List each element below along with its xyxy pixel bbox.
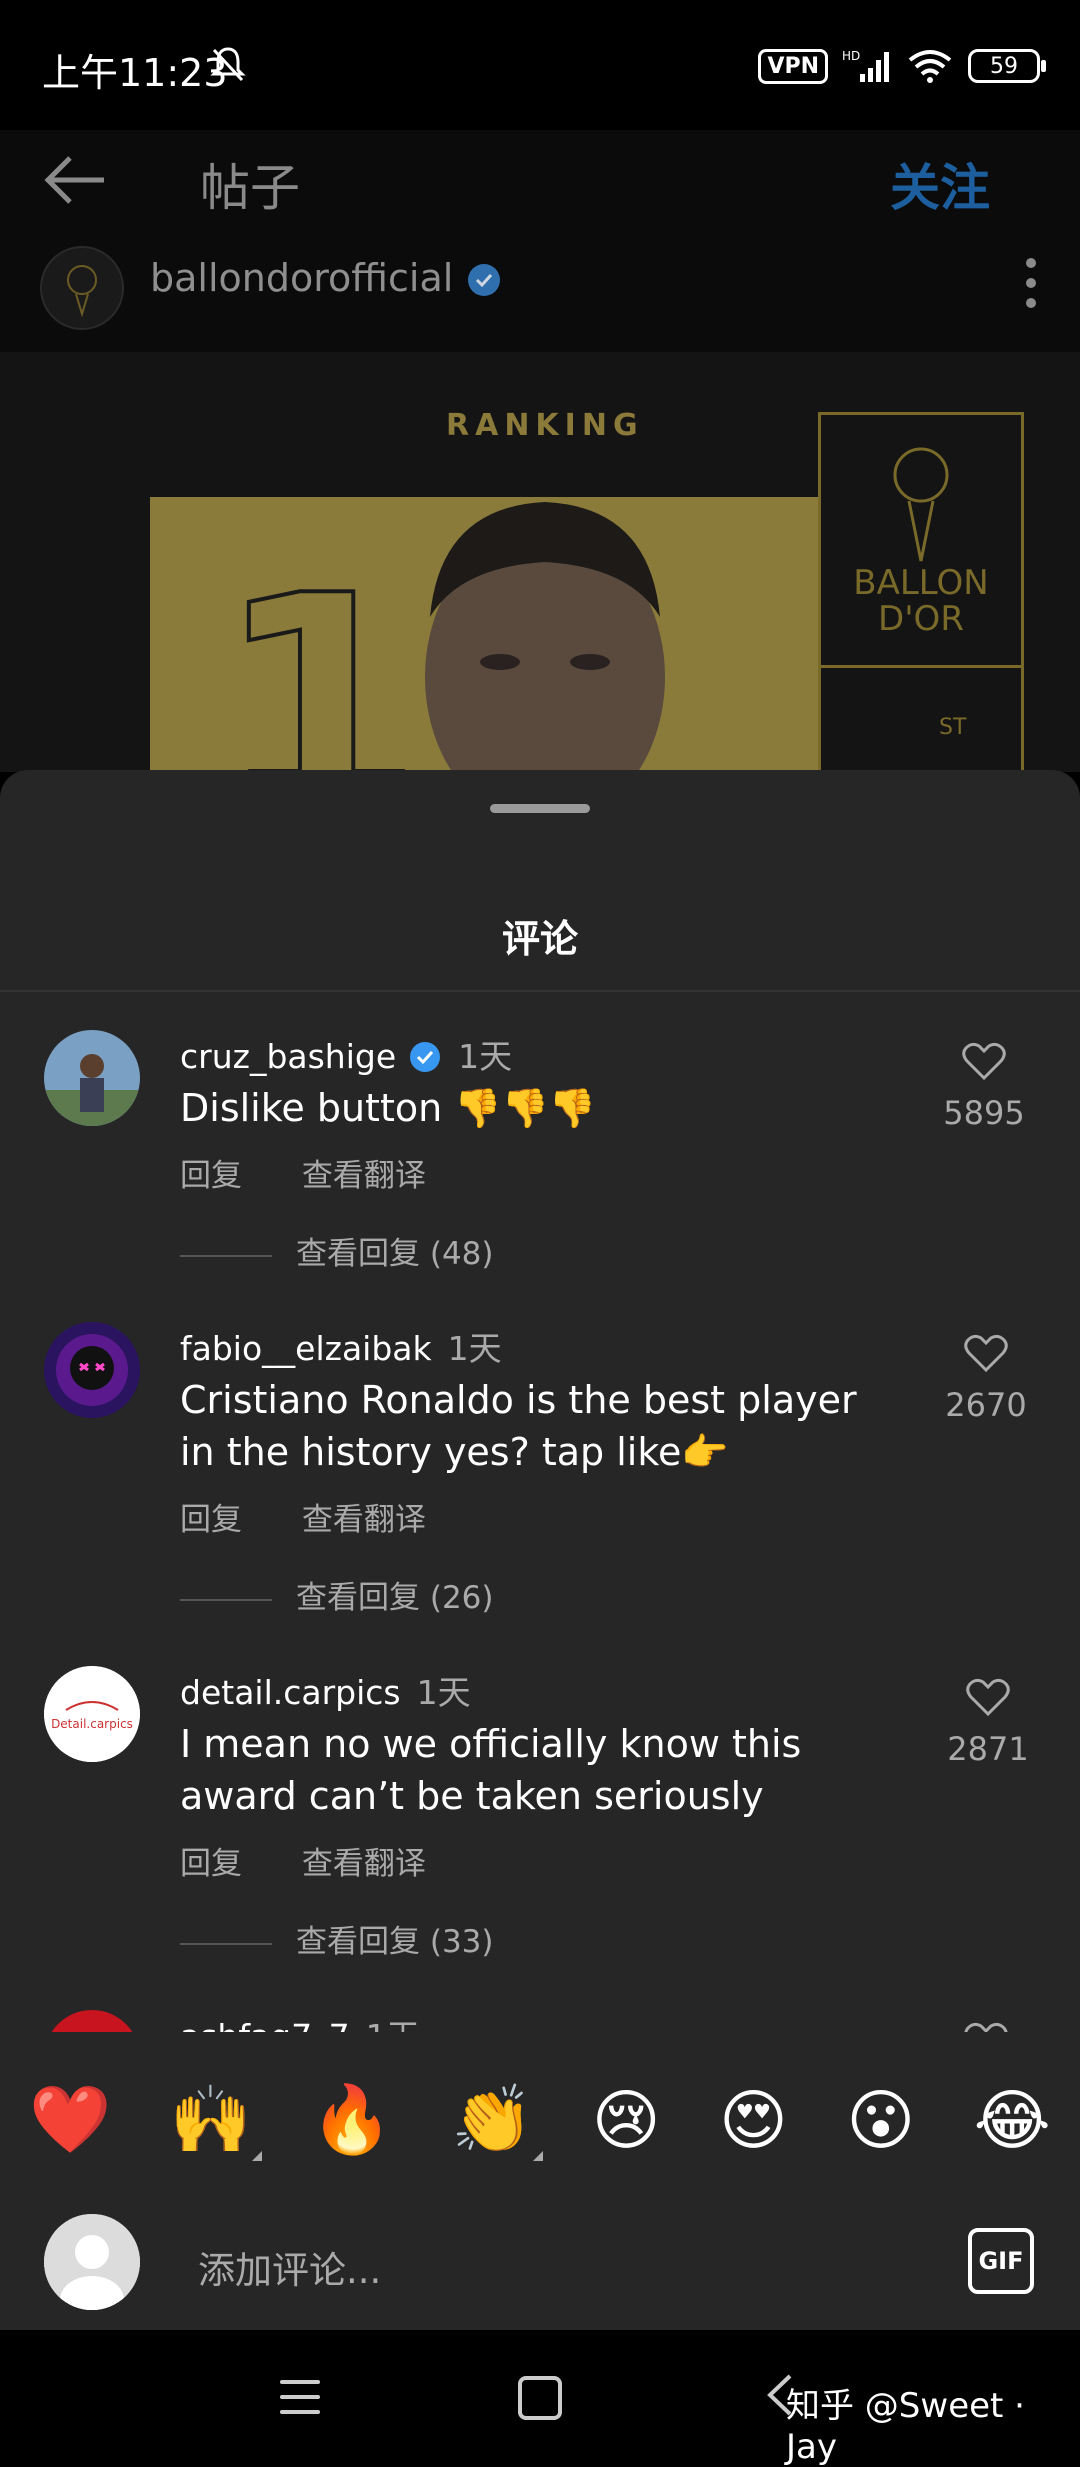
like-count: 2670 <box>945 1386 1027 1424</box>
account-avatar[interactable] <box>40 246 124 330</box>
emoji-surprised-button[interactable]: 😮 <box>846 2082 915 2159</box>
emoji-cry-button[interactable]: 😢 <box>592 2082 661 2159</box>
comment-text: I mean no we officially know this award … <box>180 1722 802 1818</box>
comment-text: Cristiano Ronaldo is the best player in … <box>180 1378 857 1474</box>
emoji-heart-button[interactable]: ❤️ <box>29 2081 111 2159</box>
sheet-drag-handle[interactable] <box>490 804 590 813</box>
player-photo <box>425 502 665 772</box>
status-time: 上午11:23 <box>42 51 228 95</box>
view-replies-button[interactable]: 查看回复 (33) <box>180 1916 494 1961</box>
system-nav-bar: 知乎 @Sweet · Jay <box>0 2330 1080 2467</box>
reply-button[interactable]: 回复 <box>180 1158 242 1194</box>
like-button[interactable] <box>916 2020 1056 2032</box>
verified-badge-icon <box>468 264 500 296</box>
translate-button[interactable]: 查看翻译 <box>302 1502 426 1538</box>
translate-button[interactable]: 查看翻译 <box>302 1158 426 1194</box>
comment-actions: 回复 查看翻译 <box>180 1150 476 1195</box>
comment-username[interactable]: detail.carpics 1天 <box>180 1666 471 1714</box>
like-count: 2871 <box>947 1730 1029 1768</box>
emoji-raised-hands-button[interactable]: 🙌 <box>170 2081 263 2161</box>
post-image[interactable]: RANKING 1 BALLON D'OR ST <box>0 352 1080 772</box>
like-button[interactable]: 2670 <box>916 1332 1056 1424</box>
heart-icon <box>966 1678 1010 1717</box>
commenter-avatar[interactable] <box>44 2010 140 2032</box>
battery-indicator: 59 <box>968 49 1046 83</box>
page-title: 帖子 <box>200 159 300 217</box>
comment-username[interactable]: ashfaq7_71天 <box>180 2010 420 2032</box>
vpn-badge: VPN <box>758 48 828 84</box>
status-bar: 上午11:23 VPN HD 59 <box>0 0 1080 130</box>
gif-button[interactable]: GIF <box>968 2228 1034 2294</box>
ballon-dor-logo-icon <box>67 265 97 318</box>
commenter-avatar[interactable]: Detail.carpics <box>44 1666 140 1762</box>
heart-icon <box>964 2022 1008 2032</box>
emoji-laugh-button[interactable]: 😂 <box>974 2082 1051 2159</box>
comment-actions: 回复 查看翻译 <box>180 1838 476 1883</box>
heart-icon <box>964 1334 1008 1373</box>
wifi-icon <box>908 50 952 83</box>
commenter-avatar[interactable] <box>44 1030 140 1126</box>
comment-input-bar: 添加评论... GIF <box>0 2180 1080 2330</box>
like-button[interactable]: 2871 <box>918 1676 1058 1768</box>
bell-muted-icon <box>210 47 246 82</box>
ballon-dor-text: BALLON D'OR <box>853 563 989 639</box>
heart-icon <box>962 1042 1006 1081</box>
rank-suffix: ST <box>939 715 967 740</box>
reply-button[interactable]: 回复 <box>180 1502 242 1538</box>
account-username[interactable]: ballondorofficial <box>150 256 453 300</box>
more-options-icon[interactable] <box>1026 258 1038 308</box>
follow-button[interactable]: 关注 <box>890 148 990 220</box>
comments-title: 评论 <box>501 917 578 961</box>
emoji-clap-button[interactable]: 👏 <box>451 2081 544 2161</box>
reply-button[interactable]: 回复 <box>180 1846 242 1882</box>
signal-icon: HD <box>842 49 889 82</box>
ranking-label: RANKING <box>446 408 644 443</box>
translate-button[interactable]: 查看翻译 <box>302 1846 426 1882</box>
add-comment-input[interactable]: 添加评论... <box>198 2240 381 2294</box>
view-replies-button[interactable]: 查看回复 (26) <box>180 1572 494 1617</box>
emoji-heart-eyes-button[interactable]: 😍 <box>719 2082 788 2159</box>
account-row: ballondorofficial <box>0 230 1080 352</box>
svg-text:HD: HD <box>842 49 860 63</box>
comment-username[interactable]: cruz_bashige 1天 <box>180 1030 512 1078</box>
post-header: 帖子 关注 <box>0 130 1080 230</box>
ballon-dor-box: BALLON D'OR ST <box>818 412 1024 772</box>
like-button[interactable]: 5895 <box>914 1040 1054 1132</box>
home-icon[interactable] <box>518 2376 562 2420</box>
like-count: 5895 <box>943 1094 1025 1132</box>
ballon-divider <box>821 665 1021 668</box>
watermark: 知乎 @Sweet · Jay <box>786 2386 1025 2467</box>
my-avatar <box>44 2214 140 2310</box>
back-arrow-icon[interactable] <box>40 150 110 210</box>
ballon-dor-trophy-icon <box>893 447 949 562</box>
svg-text:Detail.carpics: Detail.carpics <box>51 1717 133 1731</box>
emoji-reaction-bar: ❤️ 🙌 🔥 👏 😢 😍 😮 😂 <box>0 2060 1080 2180</box>
recent-apps-icon[interactable] <box>280 2380 320 2414</box>
verified-badge-icon <box>410 1042 441 1072</box>
comment-actions: 回复 查看翻译 <box>180 1494 476 1539</box>
commenter-avatar[interactable] <box>44 1322 140 1418</box>
view-replies-button[interactable]: 查看回复 (48) <box>180 1228 494 1273</box>
comment-list[interactable]: cruz_bashige 1天 Dislike button 👎👎👎 回复 查看翻… <box>0 992 1080 2032</box>
emoji-fire-button[interactable]: 🔥 <box>311 2081 393 2159</box>
comment-username[interactable]: fabio__elzaibak 1天 <box>180 1322 502 1370</box>
comment-text: Dislike button 👎👎👎 <box>180 1086 597 1130</box>
